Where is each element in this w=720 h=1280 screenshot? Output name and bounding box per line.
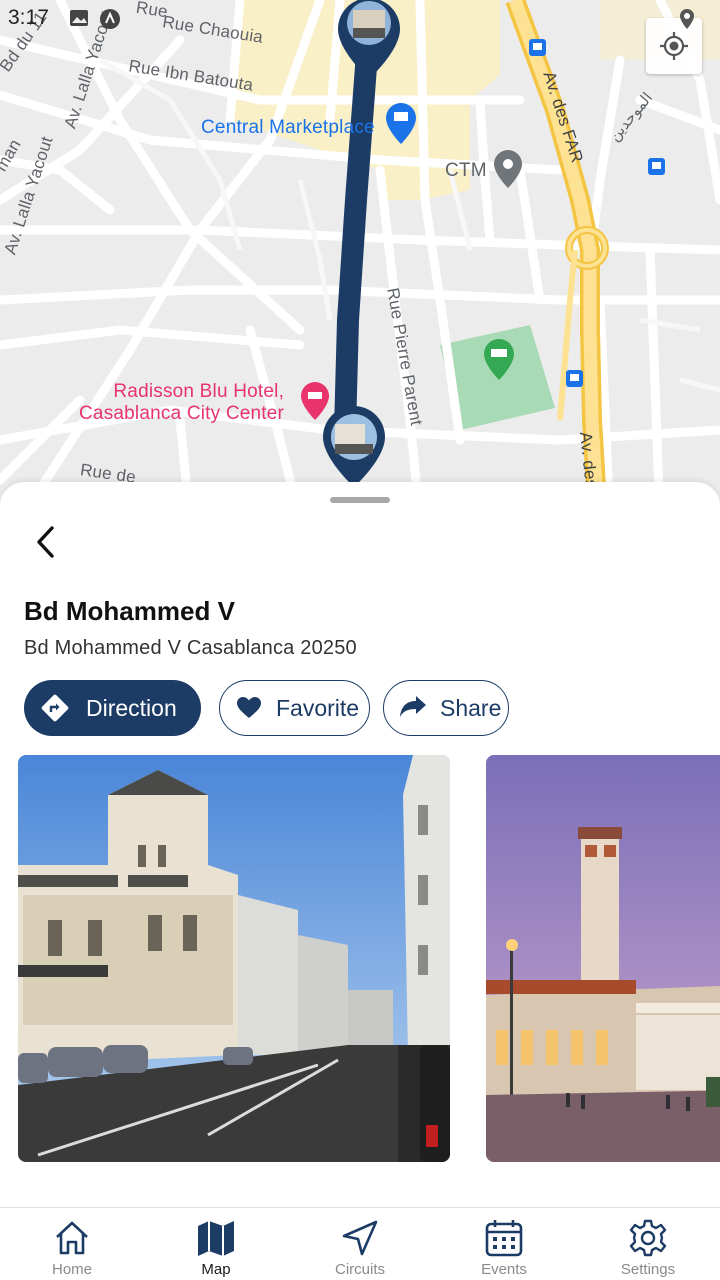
directions-icon [40, 693, 70, 723]
location-pin-icon [678, 8, 696, 35]
nav-label: Map [201, 1261, 231, 1278]
share-arrow-icon [398, 693, 428, 723]
route-end-pin[interactable] [321, 404, 387, 490]
favorite-label: Favorite [276, 694, 360, 721]
status-bar: 3:17 [0, 0, 720, 36]
navigation-arrow-icon [340, 1218, 380, 1258]
status-time: 3:17 [8, 6, 49, 29]
place-address: Bd Mohammed V Casablanca 20250 [24, 637, 357, 659]
share-button[interactable]: Share [383, 680, 509, 736]
place-photo[interactable] [18, 755, 450, 1162]
place-photo[interactable] [486, 755, 720, 1162]
chevron-left-icon [37, 526, 54, 558]
direction-label: Direction [86, 694, 177, 721]
bottom-navigation: Home Map Circuits Events Settings [0, 1207, 720, 1280]
image-icon [68, 8, 90, 28]
direction-button[interactable]: Direction [24, 680, 201, 736]
place-title: Bd Mohammed V [24, 596, 235, 626]
nav-item-events[interactable]: Events [432, 1208, 576, 1280]
poi-radisson-hotel[interactable]: Radisson Blu Hotel, Casablanca City Cent… [79, 381, 284, 425]
nav-item-map[interactable]: Map [144, 1208, 288, 1280]
crosshair-icon [660, 32, 688, 60]
favorite-button[interactable]: Favorite [219, 680, 370, 736]
poi-ctm[interactable]: CTM [445, 160, 487, 182]
app-icon [98, 8, 120, 29]
calendar-icon [484, 1218, 524, 1258]
nav-item-home[interactable]: Home [0, 1208, 144, 1280]
nav-item-settings[interactable]: Settings [576, 1208, 720, 1280]
home-icon [52, 1218, 92, 1258]
place-details-sheet: Bd Mohammed V Bd Mohammed V Casablanca 2… [0, 482, 720, 1207]
nav-label: Settings [620, 1261, 676, 1278]
nav-label: Events [481, 1261, 527, 1278]
map-icon [196, 1218, 236, 1258]
share-label: Share [440, 694, 502, 721]
nav-item-circuits[interactable]: Circuits [288, 1208, 432, 1280]
gear-icon [628, 1218, 668, 1258]
back-button[interactable] [26, 522, 66, 562]
nav-label: Home [51, 1261, 92, 1278]
map-view[interactable]: Rue Chaouia Rue Ibn Batouta Av. Lalla Ya… [0, 0, 720, 520]
nav-label: Circuits [334, 1261, 385, 1278]
drag-handle[interactable] [330, 497, 390, 503]
poi-central-marketplace[interactable]: Central Marketplace [201, 117, 375, 139]
heart-icon [234, 693, 264, 723]
